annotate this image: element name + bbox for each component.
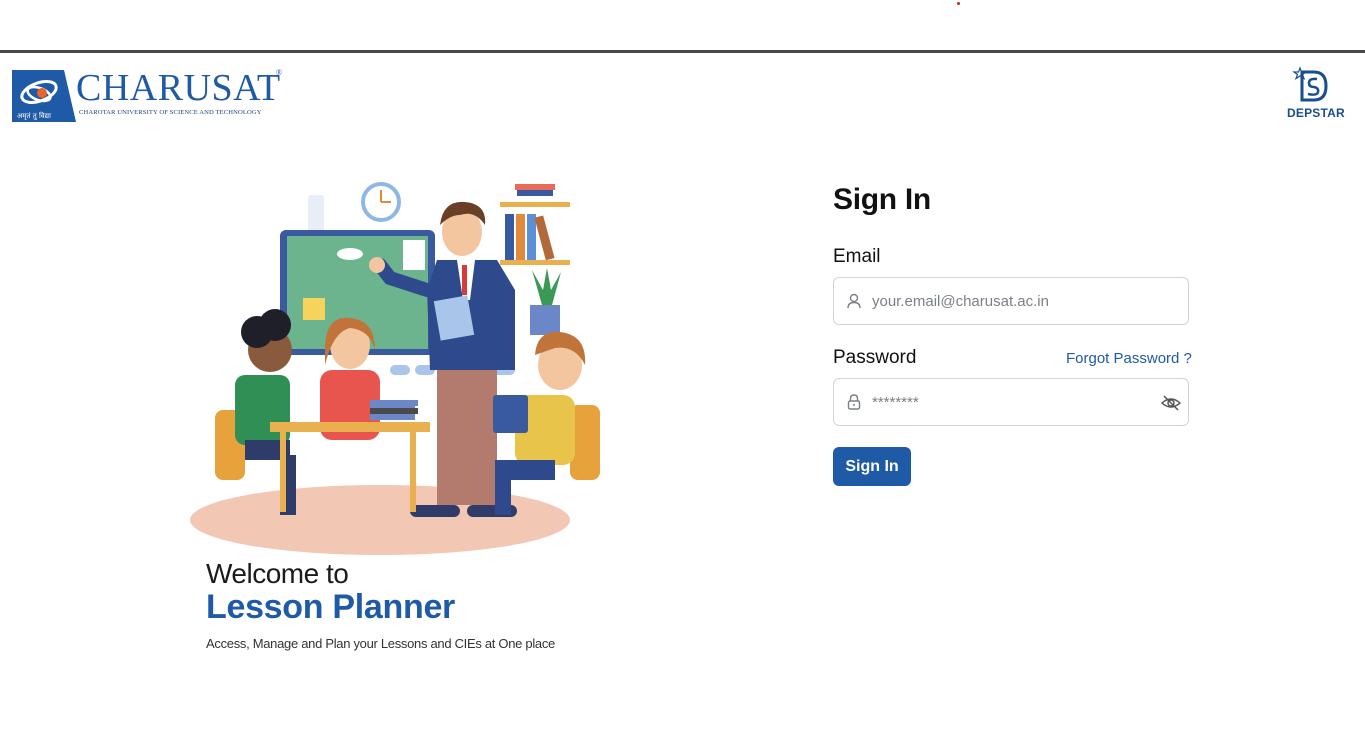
depstar-emblem-icon bbox=[1292, 66, 1328, 102]
password-field-box[interactable] bbox=[833, 378, 1189, 426]
top-bar bbox=[0, 0, 1365, 50]
charusat-logo: अमृतं तु विद्या CHARUSAT ® CHAROTAR UNIV… bbox=[12, 68, 287, 124]
charusat-wordmark: CHARUSAT bbox=[76, 67, 281, 109]
password-input[interactable] bbox=[872, 379, 1152, 425]
depstar-wordmark: DEPSTAR bbox=[1287, 106, 1345, 120]
charusat-emblem-icon: अमृतं तु विद्या bbox=[12, 70, 76, 122]
email-input[interactable] bbox=[872, 278, 1152, 324]
lock-icon bbox=[847, 394, 861, 410]
password-label: Password bbox=[833, 347, 917, 368]
app-name: Lesson Planner bbox=[206, 588, 455, 626]
user-icon bbox=[847, 293, 861, 309]
welcome-text: Welcome to bbox=[206, 558, 349, 589]
forgot-password-link[interactable]: Forgot Password ? bbox=[1066, 350, 1192, 367]
emblem-motto: अमृतं तु विद्या bbox=[17, 111, 51, 120]
email-field-box[interactable] bbox=[833, 277, 1189, 325]
registered-mark: ® bbox=[276, 68, 283, 77]
indicator-dot bbox=[957, 2, 960, 5]
charusat-subtitle: CHAROTAR UNIVERSITY OF SCIENCE AND TECHN… bbox=[79, 109, 262, 116]
tagline: Access, Manage and Plan your Lessons and… bbox=[206, 636, 555, 651]
eye-off-icon[interactable] bbox=[1160, 392, 1182, 414]
signin-button[interactable]: Sign In bbox=[833, 447, 911, 486]
header-divider bbox=[0, 50, 1365, 53]
classroom-illustration bbox=[190, 182, 600, 555]
signin-title: Sign In bbox=[833, 183, 931, 216]
depstar-logo: DEPSTAR bbox=[1284, 66, 1345, 122]
email-label: Email bbox=[833, 246, 881, 267]
